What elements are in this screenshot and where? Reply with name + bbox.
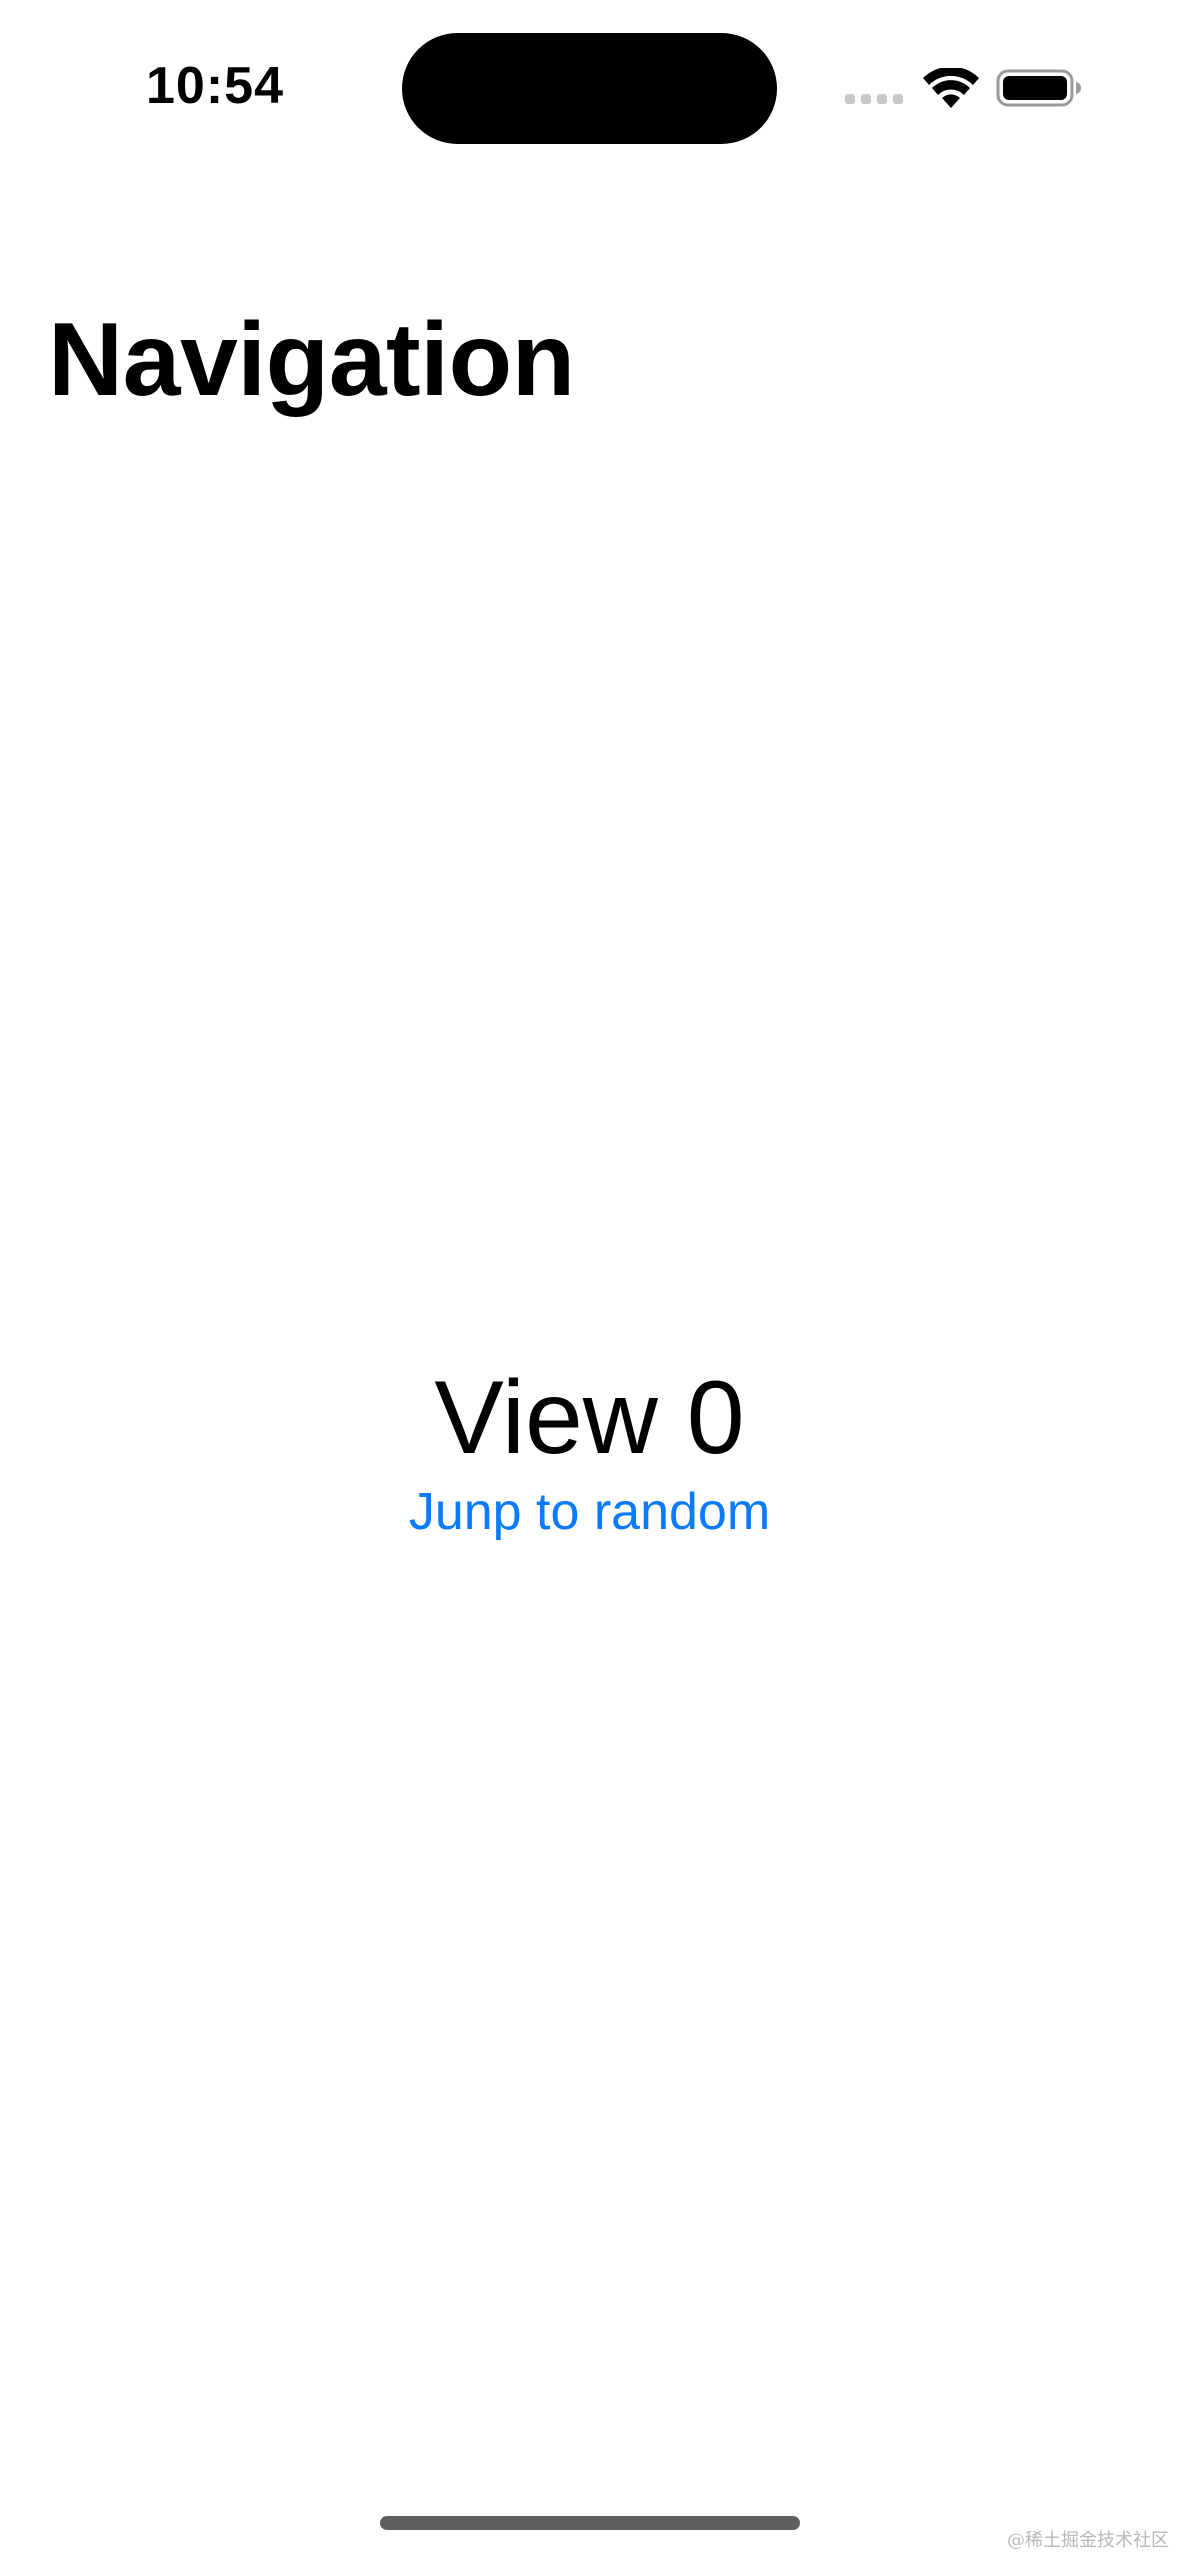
- cellular-signal-icon: [845, 94, 903, 106]
- view-label: View 0: [434, 1360, 745, 1476]
- page-title: Navigation: [48, 302, 575, 418]
- watermark: @稀土掘金技术社区: [1007, 2530, 1169, 2551]
- dynamic-island: [402, 33, 777, 144]
- home-indicator[interactable]: [380, 2516, 800, 2530]
- wifi-icon: [923, 68, 979, 108]
- battery-icon: [996, 69, 1081, 107]
- jump-to-random-link[interactable]: Junp to random: [0, 1480, 1179, 1544]
- status-bar-time: 10:54: [146, 57, 284, 115]
